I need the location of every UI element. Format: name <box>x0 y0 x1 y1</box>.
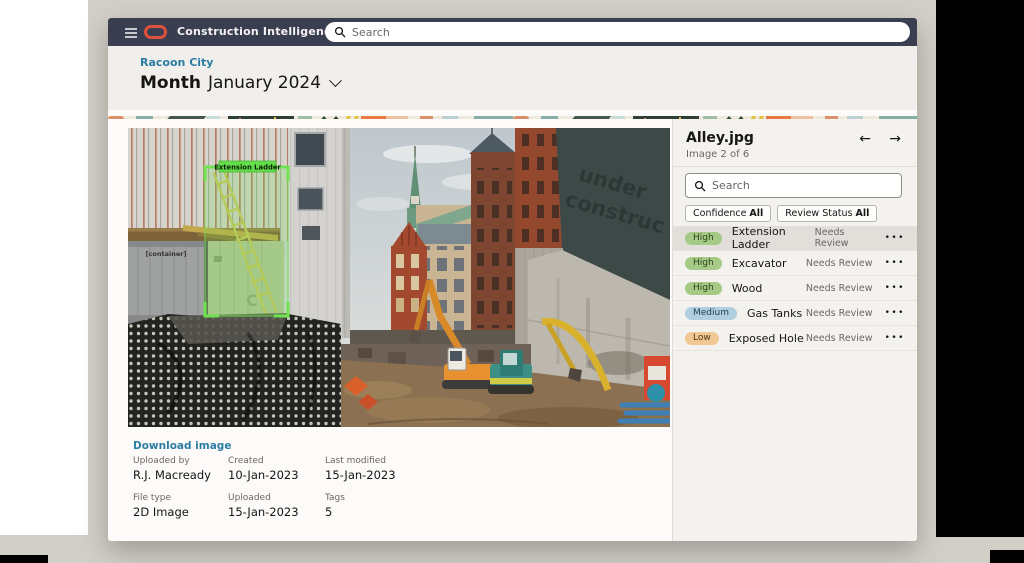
metadata-field: Uploaded by R.J. Macready <box>133 456 211 482</box>
app-header: Construction Intelligence Cloud <box>108 18 917 46</box>
breadcrumb-link[interactable]: Racoon City <box>140 56 213 69</box>
detection-label: Exposed Hole <box>728 331 804 345</box>
chevron-down-icon[interactable] <box>329 73 342 87</box>
detection-label: Wood <box>731 281 763 295</box>
global-search-input[interactable] <box>352 25 871 39</box>
overflow-menu-icon[interactable]: ••• <box>885 233 905 243</box>
divider <box>673 166 917 167</box>
subheader: Racoon City Month January 2024 <box>108 46 917 110</box>
metadata-field: Tags 5 <box>325 493 345 519</box>
detection-label: Excavator <box>731 256 787 270</box>
review-status: Needs Review <box>805 257 873 269</box>
previous-image-button[interactable]: ← <box>859 131 871 147</box>
detection-label: Gas Tanks <box>747 306 803 320</box>
confidence-pill: High <box>685 281 722 295</box>
download-image-link[interactable]: Download image <box>133 440 231 452</box>
overflow-menu-icon[interactable]: ••• <box>885 283 905 293</box>
search-icon <box>334 26 346 38</box>
metadata-field: Uploaded 15-Jan-2023 <box>228 493 299 519</box>
backdrop-right-black <box>936 0 1024 537</box>
panel-search[interactable] <box>685 173 902 198</box>
page-title-value: January 2024 <box>207 73 322 93</box>
next-image-button[interactable]: → <box>889 131 901 147</box>
detection-row[interactable]: High Extension Ladder Needs Review ••• <box>673 225 917 251</box>
confidence-pill: Low <box>685 331 719 345</box>
confidence-pill: High <box>685 231 722 245</box>
detection-row[interactable]: High Wood Needs Review ••• <box>673 276 917 301</box>
image-counter: Image 2 of 6 <box>686 149 750 160</box>
review-status: Needs Review <box>814 227 849 249</box>
detections-list: High Extension Ladder Needs Review ••• High E… <box>673 225 917 351</box>
detection-row[interactable]: Low Exposed Hole Needs Review ••• <box>673 326 917 351</box>
oracle-logo-icon <box>144 25 167 39</box>
review-status: Needs Review <box>805 282 873 294</box>
search-icon <box>694 180 706 191</box>
metadata-field: File type 2D Image <box>133 493 189 519</box>
decorative-strip <box>108 110 917 119</box>
page-title: Month January 2024 <box>140 73 342 93</box>
overflow-menu-icon[interactable]: ••• <box>885 333 905 343</box>
container-label-text: [container] <box>146 250 187 258</box>
canvas: { "header": { "app_title": "Construction… <box>0 0 1024 563</box>
confidence-pill: High <box>685 256 722 270</box>
page-title-bold: Month <box>140 73 201 93</box>
backdrop-bottom-left-black <box>0 555 48 563</box>
filter-confidence-chip[interactable]: Confidence All <box>685 205 772 222</box>
filter-review-status-chip[interactable]: Review Status All <box>777 205 878 222</box>
menu-icon[interactable] <box>125 28 137 41</box>
annotation-label: Extension Ladder <box>214 164 281 172</box>
review-status: Needs Review <box>805 307 873 319</box>
image-metadata: Uploaded by R.J. Macready Created 10-Jan… <box>133 456 455 519</box>
detection-label: Extension Ladder <box>731 225 786 251</box>
panel-search-input[interactable] <box>712 179 878 192</box>
review-status: Needs Review <box>805 332 873 344</box>
backdrop-left-white <box>0 0 88 535</box>
overflow-menu-icon[interactable]: ••• <box>885 258 905 268</box>
image-filename: Alley.jpg <box>686 130 754 146</box>
filter-chips: Confidence All Review Status All <box>685 205 878 222</box>
detection-row[interactable]: Medium Gas Tanks Needs Review ••• <box>673 301 917 326</box>
backdrop-bottom-right-black <box>990 550 1024 563</box>
overflow-menu-icon[interactable]: ••• <box>885 308 905 318</box>
metadata-field: Created 10-Jan-2023 <box>228 456 299 482</box>
confidence-pill: Medium <box>685 306 737 320</box>
construction-photo: under construc [container] C Extension L… <box>128 128 670 427</box>
detail-panel: Alley.jpg Image 2 of 6 ← → Confidence Al… <box>672 119 917 541</box>
global-search[interactable] <box>325 22 910 42</box>
detection-row[interactable]: High Excavator Needs Review ••• <box>673 251 917 276</box>
app-window: Construction Intelligence Cloud Racoon C… <box>108 18 917 541</box>
metadata-field: Last modified 15-Jan-2023 <box>325 456 396 482</box>
annotation-bbox[interactable]: Extension Ladder <box>203 160 290 318</box>
